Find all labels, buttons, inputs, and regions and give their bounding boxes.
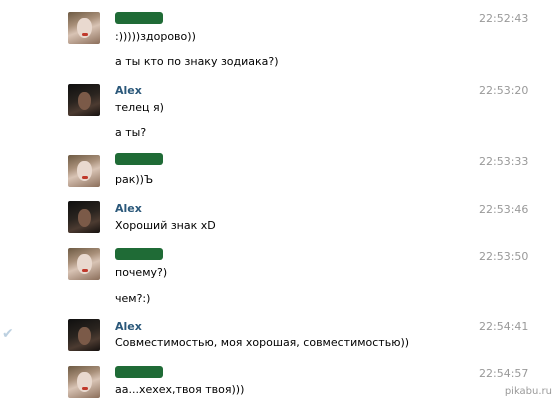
message-time: 22:54:41 — [479, 320, 529, 333]
message-text: аа...хехех,твоя твоя))) — [115, 383, 245, 396]
message-time: 22:53:33 — [479, 155, 529, 168]
message-text: Хороший знак xD — [115, 219, 216, 232]
message-time: 22:54:57 — [479, 367, 529, 380]
author-name-redacted[interactable] — [115, 153, 163, 165]
message-time: 22:53:46 — [479, 203, 529, 216]
author-name-redacted[interactable] — [115, 366, 163, 378]
message-text: почему?) — [115, 266, 168, 279]
message-time: 22:52:43 — [479, 12, 529, 25]
avatar[interactable] — [68, 248, 100, 280]
author-name-redacted[interactable] — [115, 248, 163, 260]
avatar[interactable] — [68, 366, 100, 398]
message-text: а ты кто по знаку зодиака?) — [115, 55, 279, 68]
checkmark-icon: ✔ — [2, 326, 14, 342]
avatar[interactable] — [68, 155, 100, 187]
message-text: чем?:) — [115, 292, 151, 305]
author-name[interactable]: Alex — [115, 202, 142, 215]
watermark: pikabu.ru — [504, 386, 552, 397]
message-text: Совместимостью, моя хорошая, совместимос… — [115, 336, 410, 349]
message-time: 22:53:20 — [479, 84, 529, 97]
message-text: рак))Ъ — [115, 173, 154, 186]
author-name[interactable]: Alex — [115, 84, 142, 97]
avatar[interactable] — [68, 12, 100, 44]
message-text: телец я) — [115, 101, 164, 114]
avatar[interactable] — [68, 201, 100, 233]
message-text: а ты? — [115, 126, 147, 139]
message-text: :)))))здорово)) — [115, 30, 196, 43]
author-name[interactable]: Alex — [115, 320, 142, 333]
avatar[interactable] — [68, 84, 100, 116]
avatar[interactable] — [68, 319, 100, 351]
message-time: 22:53:50 — [479, 250, 529, 263]
author-name-redacted[interactable] — [115, 12, 163, 24]
